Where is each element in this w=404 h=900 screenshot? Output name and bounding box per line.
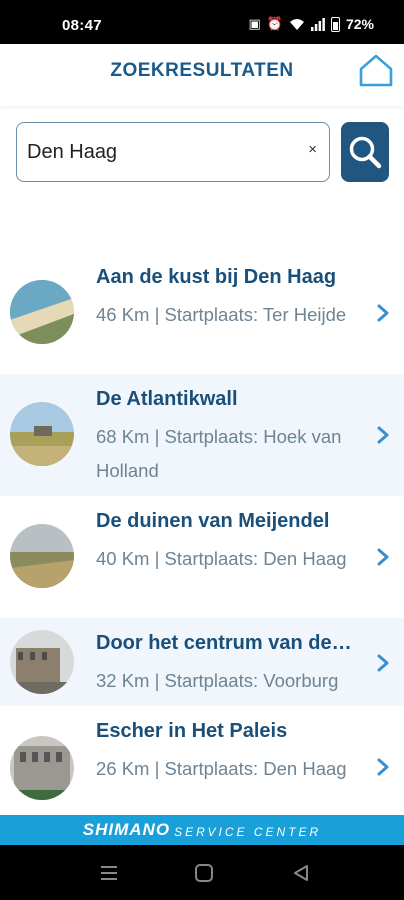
route-title: De duinen van Meijendel: [96, 510, 330, 532]
chevron-right-icon: [377, 758, 389, 776]
app-header: ZOEKRESULTATEN: [0, 44, 404, 106]
list-item[interactable]: De duinen van Meijendel 40 Km | Startpla…: [0, 496, 404, 618]
chevron-right-icon: [377, 654, 389, 672]
search-field[interactable]: ×: [16, 122, 330, 182]
battery-icon: [330, 16, 340, 32]
shimano-banner: SHIMANO SERVICE CENTER: [0, 815, 404, 845]
recent-apps-icon[interactable]: [98, 863, 120, 883]
route-meta: 40 Km | Startplaats: Den Haag: [96, 548, 347, 569]
status-time: 08:47: [62, 17, 102, 34]
home-nav-icon[interactable]: [193, 863, 215, 883]
back-icon[interactable]: [290, 863, 312, 883]
system-navigation-bar: [0, 845, 404, 900]
list-item[interactable]: Escher in Het Paleis 26 Km | Startplaats…: [0, 706, 404, 828]
home-icon[interactable]: [358, 52, 394, 88]
route-title: De Atlantikwall: [96, 388, 238, 410]
route-meta: 46 Km | Startplaats: Ter Heijde: [96, 304, 347, 325]
route-thumbnail: [10, 736, 74, 800]
chevron-right-icon: [377, 304, 389, 322]
search-icon: [349, 136, 382, 169]
alarm-icon: ⏰: [266, 16, 283, 31]
chevron-right-icon: [377, 426, 389, 444]
status-icons: ▣ ⏰ 72%: [248, 16, 374, 32]
brand-subtitle: SERVICE CENTER: [174, 824, 322, 839]
route-meta: 26 Km | Startplaats: Den Haag: [96, 758, 347, 779]
route-thumbnail: [10, 524, 74, 588]
route-thumbnail: [10, 630, 74, 694]
route-title: Door het centrum van de…: [96, 632, 352, 654]
search-input[interactable]: [27, 137, 287, 167]
status-bar: 08:47 ▣ ⏰ 72%: [0, 0, 404, 44]
list-item[interactable]: Aan de kust bij Den Haag 46 Km | Startpl…: [0, 252, 404, 374]
route-title: Escher in Het Paleis: [96, 720, 288, 742]
list-item[interactable]: Door het centrum van de… 32 Km | Startpl…: [0, 618, 404, 706]
chevron-right-icon: [377, 548, 389, 566]
list-item[interactable]: De Atlantikwall 68 Km | Startplaats: Hoe…: [0, 374, 404, 496]
results-list: Aan de kust bij Den Haag 46 Km | Startpl…: [0, 252, 404, 828]
route-thumbnail: [10, 280, 74, 344]
brand-logo: SHIMANO: [82, 820, 171, 839]
nfc-icon: ▣: [248, 16, 261, 31]
wifi-icon: [289, 18, 304, 30]
clear-search-button[interactable]: ×: [308, 141, 317, 158]
page-title: ZOEKRESULTATEN: [110, 60, 294, 81]
route-thumbnail: [10, 402, 74, 466]
route-meta: 32 Km | Startplaats: Voorburg: [96, 670, 339, 691]
route-title: Aan de kust bij Den Haag: [96, 266, 337, 288]
search-button[interactable]: [341, 122, 389, 182]
signal-icon: [310, 17, 325, 31]
battery-level: 72%: [345, 16, 374, 32]
route-meta: 68 Km | Startplaats: Hoek van Holland: [96, 426, 342, 481]
